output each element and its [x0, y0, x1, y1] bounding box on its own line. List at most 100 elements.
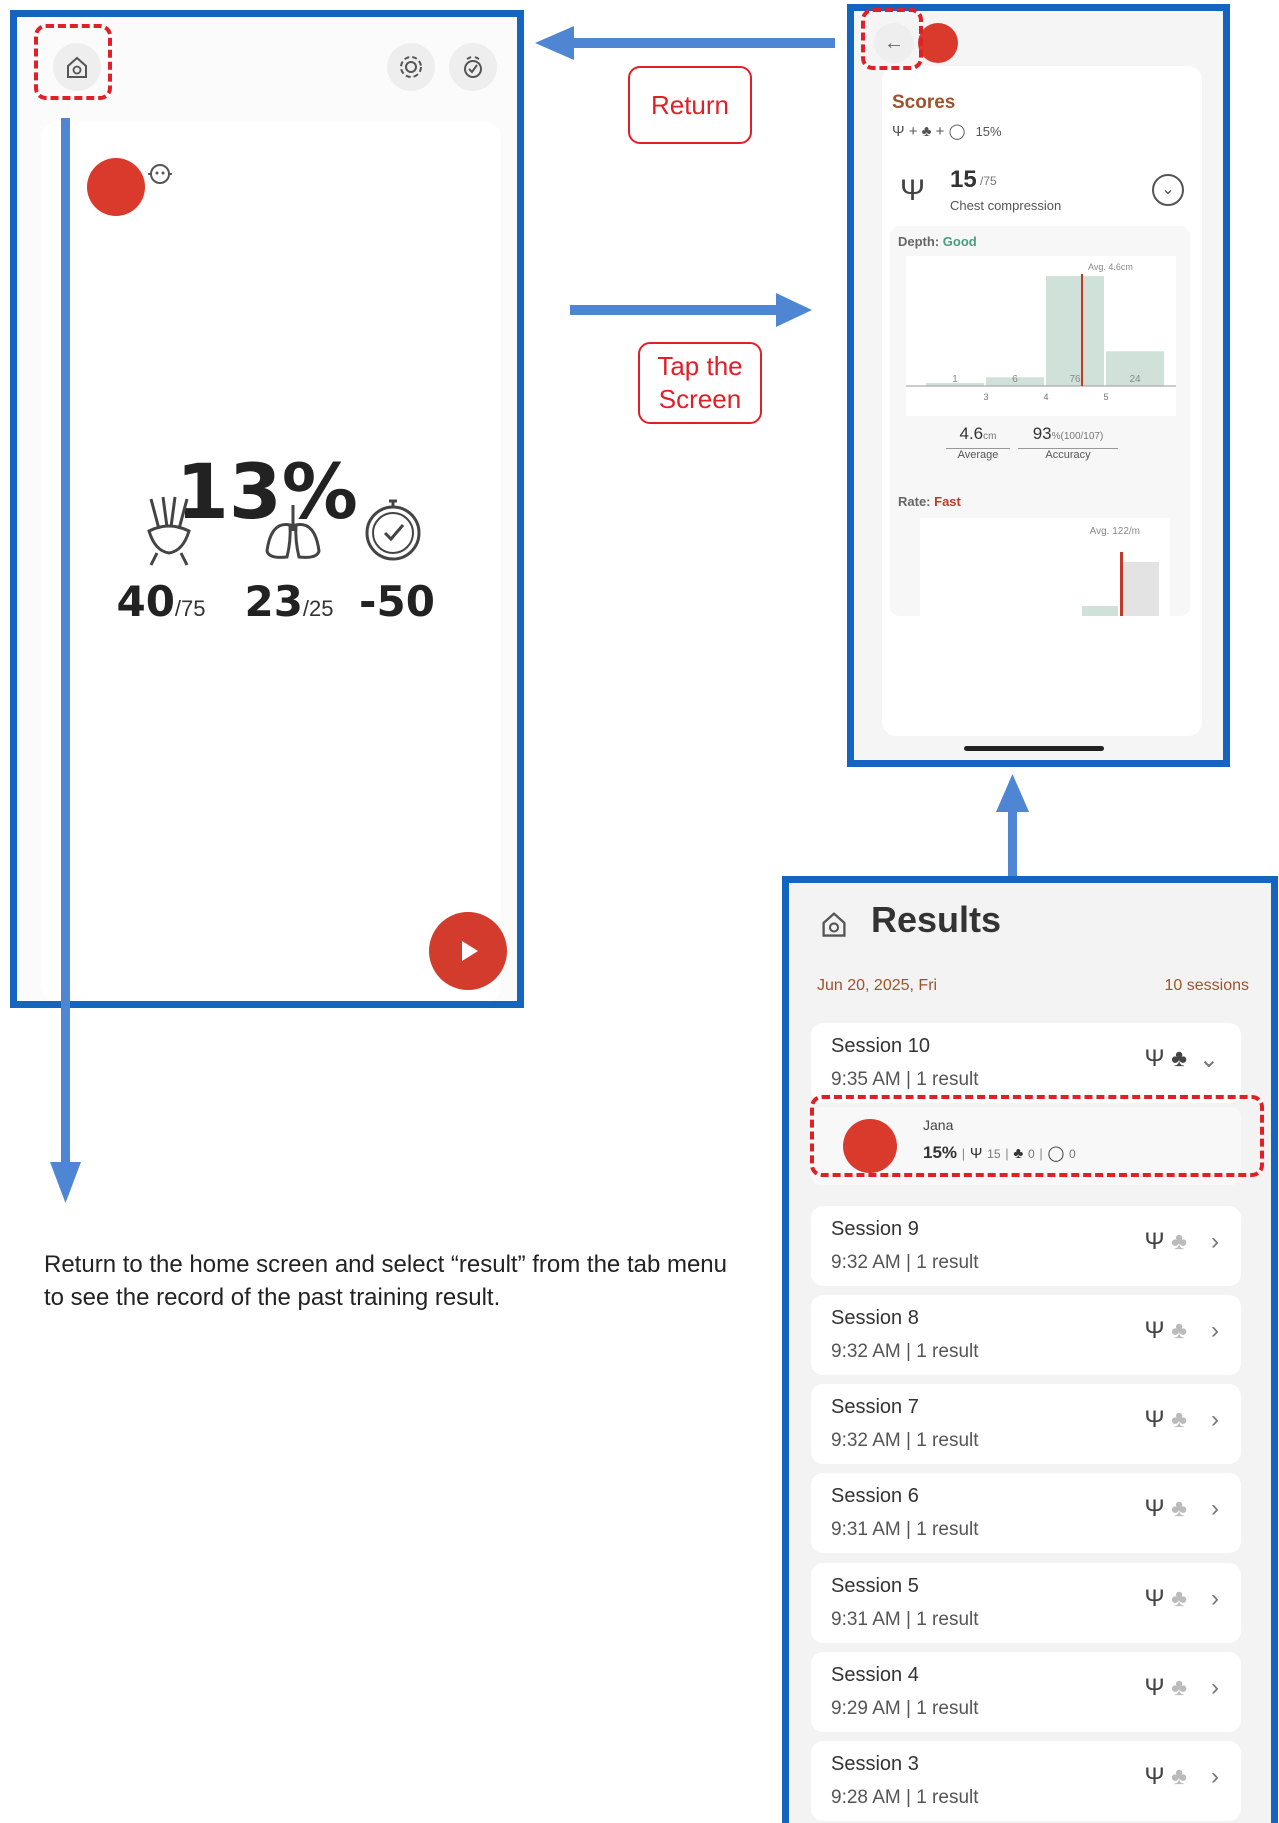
- home-icon[interactable]: [819, 909, 849, 939]
- session-title: Session 3: [831, 1753, 919, 1775]
- compression-hands-icon: Ψ: [1144, 1674, 1165, 1701]
- session-title: Session 4: [831, 1664, 919, 1686]
- rate-bar: [1123, 562, 1159, 616]
- lungs-icon: ♣: [1171, 1045, 1187, 1072]
- session-time: 9:32 AM | 1 result: [831, 1341, 979, 1362]
- depth-bar: [1046, 276, 1104, 386]
- depth-panel: Depth: Good 1 6 76 24 Avg. 4.6cm 3 4 5 4.6cm Av…: [890, 226, 1190, 616]
- session-row[interactable]: Session 5 9:31 AM | 1 result Ψ ♣ ›: [811, 1563, 1241, 1643]
- scores-card: Scores Ψ + ♣ + ◯ 15% Ψ 15 /75 Chest comp…: [882, 66, 1202, 736]
- session-time: 9:32 AM | 1 result: [831, 1430, 979, 1451]
- x-tick-label: 4: [1043, 392, 1048, 402]
- chevron-icon[interactable]: ›: [1211, 1406, 1219, 1434]
- chart-bg: [906, 256, 1176, 416]
- session-row[interactable]: Session 3 9:28 AM | 1 result Ψ ♣ ›: [811, 1741, 1241, 1821]
- average-label: Average: [946, 448, 1010, 461]
- lungs-icon: ♣: [921, 123, 932, 140]
- average-stat: 4.6cm Average: [946, 424, 1010, 461]
- stopwatch-icon: ◯: [948, 123, 966, 140]
- expand-icon[interactable]: ⌄: [1152, 174, 1184, 206]
- lungs-icon: ♣: [1171, 1763, 1187, 1790]
- tap-callout-line1: Tap the: [657, 351, 743, 381]
- compression-max: /75: [980, 174, 997, 188]
- session-count: 10 sessions: [1164, 977, 1250, 994]
- compression-summary[interactable]: Ψ 15 /75 Chest compression ⌄: [892, 166, 1192, 222]
- results-title: Results: [871, 899, 1002, 940]
- session-row[interactable]: Session 8 9:32 AM | 1 result Ψ ♣ ›: [811, 1295, 1241, 1375]
- average-value: 4.6: [959, 424, 984, 443]
- compression-hands-icon: Ψ: [1144, 1763, 1165, 1790]
- chevron-icon[interactable]: ›: [1211, 1763, 1219, 1791]
- depth-bar-label: 24: [1129, 374, 1141, 385]
- session-title: Session 9: [831, 1218, 919, 1240]
- session-icons: Ψ ♣: [1145, 1045, 1187, 1073]
- lungs-icon: ♣: [1171, 1406, 1187, 1433]
- session-icons: Ψ ♣: [1145, 1406, 1187, 1434]
- session-title: Session 5: [831, 1575, 919, 1597]
- depth-label-text: Depth:: [898, 234, 940, 249]
- return-callout: Return: [628, 66, 752, 144]
- depth-bar-label: 1: [952, 374, 958, 385]
- score-formula: Ψ + ♣ + ◯ 15%: [892, 123, 1002, 140]
- compression-hands-icon: Ψ: [1144, 1045, 1165, 1072]
- home-indicator: [964, 746, 1104, 751]
- session-time: 9:35 AM | 1 result: [831, 1069, 979, 1090]
- session-row[interactable]: Session 4 9:29 AM | 1 result Ψ ♣ ›: [811, 1652, 1241, 1732]
- chevron-icon[interactable]: ›: [1211, 1317, 1219, 1345]
- compression-label: Chest compression: [950, 198, 1062, 213]
- chevron-icon[interactable]: ›: [1211, 1585, 1219, 1613]
- compression-hands-icon: Ψ: [1144, 1317, 1165, 1344]
- session-icons: Ψ ♣: [1145, 1317, 1187, 1345]
- back-button-highlight: [861, 8, 923, 70]
- chevron-icon[interactable]: ›: [1211, 1674, 1219, 1702]
- session-icons: Ψ ♣: [1145, 1674, 1187, 1702]
- rate-bar: [1082, 606, 1118, 616]
- accuracy-stat: 93%(100/107) Accuracy: [1018, 424, 1118, 461]
- tap-callout-line2: Screen: [658, 384, 742, 414]
- arrow-down-shaft: [61, 118, 70, 1163]
- session-title: Session 6: [831, 1485, 919, 1507]
- accuracy-detail: %(100/107): [1051, 431, 1104, 442]
- tap-arrow-shaft: [570, 305, 780, 315]
- arrow-up-head: [996, 774, 1029, 812]
- arrow-down-head: [50, 1162, 81, 1203]
- compression-hands-icon: Ψ: [892, 123, 905, 140]
- tap-screen-callout: Tap the Screen: [638, 342, 762, 424]
- rate-label-text: Rate:: [898, 494, 931, 509]
- return-arrow-shaft: [570, 38, 835, 48]
- compression-hands-icon: Ψ: [900, 174, 926, 207]
- compression-hands-icon: Ψ: [1144, 1406, 1165, 1433]
- lungs-icon: ♣: [1171, 1585, 1187, 1612]
- session-time: 9:28 AM | 1 result: [831, 1787, 979, 1808]
- chevron-icon[interactable]: ⌄: [1199, 1045, 1219, 1074]
- chevron-icon[interactable]: ›: [1211, 1228, 1219, 1256]
- rate-label: Rate: Fast: [898, 494, 961, 509]
- session-time: 9:31 AM | 1 result: [831, 1609, 979, 1630]
- session-row[interactable]: Session 6 9:31 AM | 1 result Ψ ♣ ›: [811, 1473, 1241, 1553]
- session-title: Session 8: [831, 1307, 919, 1329]
- instruction-text: Return to the home screen and select “re…: [44, 1251, 728, 1311]
- session-row[interactable]: Session 7 9:32 AM | 1 result Ψ ♣ ›: [811, 1384, 1241, 1464]
- tap-arrow-head: [776, 293, 812, 327]
- depth-bar-label: 76: [1069, 374, 1081, 385]
- chevron-icon[interactable]: ›: [1211, 1495, 1219, 1523]
- depth-histogram: 1 6 76 24 Avg. 4.6cm 3 4 5: [906, 256, 1176, 416]
- session-icons: Ψ ♣: [1145, 1585, 1187, 1613]
- depth-avg-label: Avg. 4.6cm: [1088, 262, 1133, 272]
- session-time: 9:29 AM | 1 result: [831, 1698, 979, 1719]
- depth-label: Depth: Good: [898, 234, 977, 249]
- results-date: Jun 20, 2025, Fri: [817, 977, 938, 994]
- score-screen-phone[interactable]: ← Scores Ψ + ♣ + ◯ 15% Ψ 15 /75 Chest co…: [847, 4, 1230, 767]
- session-row[interactable]: Session 9 9:32 AM | 1 result Ψ ♣ ›: [811, 1206, 1241, 1286]
- compression-hands-icon: Ψ: [1144, 1585, 1165, 1612]
- session-time: 9:32 AM | 1 result: [831, 1252, 979, 1273]
- session-row[interactable]: Session 10 9:35 AM | 1 result Ψ ♣ ⌄: [811, 1023, 1241, 1103]
- lungs-icon: ♣: [1171, 1674, 1187, 1701]
- lungs-icon: ♣: [1171, 1317, 1187, 1344]
- depth-bar-label: 6: [1012, 374, 1018, 385]
- rate-chart: Avg. 122/m: [920, 518, 1170, 616]
- compression-score: 15: [950, 166, 977, 193]
- avatar: [918, 23, 958, 63]
- rate-avg-label: Avg. 122/m: [1089, 526, 1140, 537]
- accuracy-value: 93: [1032, 424, 1052, 443]
